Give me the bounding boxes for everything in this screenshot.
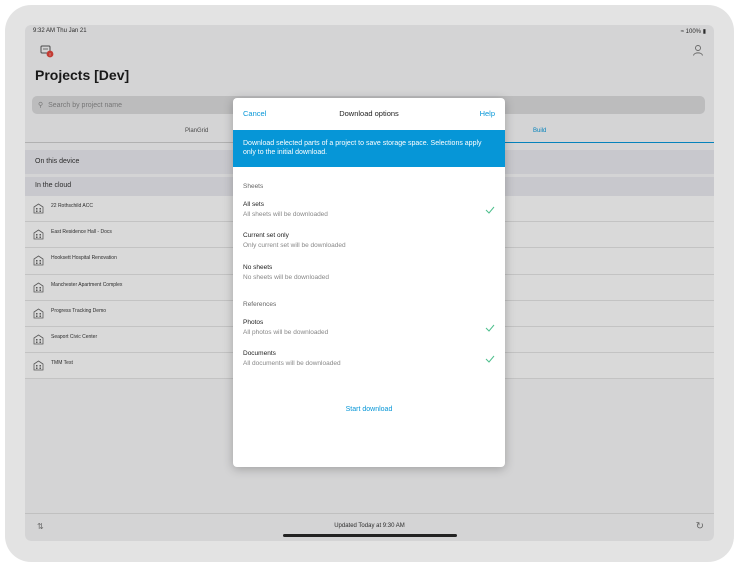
option-subtitle: All photos will be downloaded xyxy=(243,329,329,336)
option-no-sheets[interactable]: No sheets No sheets will be downloaded xyxy=(243,264,495,281)
option-title: All sets xyxy=(243,201,264,208)
dialog-header: Cancel Download options Help xyxy=(233,98,505,128)
checkmark-icon xyxy=(485,206,495,214)
option-subtitle: All sheets will be downloaded xyxy=(243,211,328,218)
option-documents[interactable]: Documents All documents will be download… xyxy=(243,350,495,367)
sheets-section-label: Sheets xyxy=(243,183,264,190)
dialog-title: Download options xyxy=(339,109,399,118)
option-current-set[interactable]: Current set only Only current set will b… xyxy=(243,232,495,249)
checkmark-icon xyxy=(485,324,495,332)
home-indicator[interactable] xyxy=(283,534,457,537)
option-all-sets[interactable]: All sets All sheets will be downloaded xyxy=(243,201,495,218)
option-title: No sheets xyxy=(243,264,273,271)
checkmark-icon xyxy=(485,355,495,363)
option-photos[interactable]: Photos All photos will be downloaded xyxy=(243,319,495,336)
start-download-button[interactable]: Start download xyxy=(233,406,505,413)
info-banner: Download selected parts of a project to … xyxy=(233,130,505,167)
option-title: Current set only xyxy=(243,232,289,239)
download-options-dialog: Cancel Download options Help Download se… xyxy=(233,98,505,467)
option-title: Photos xyxy=(243,319,264,326)
option-subtitle: Only current set will be downloaded xyxy=(243,242,346,249)
option-title: Documents xyxy=(243,350,276,357)
references-section-label: References xyxy=(243,301,277,308)
help-button[interactable]: Help xyxy=(480,109,495,118)
option-subtitle: All documents will be downloaded xyxy=(243,360,341,367)
option-subtitle: No sheets will be downloaded xyxy=(243,274,329,281)
